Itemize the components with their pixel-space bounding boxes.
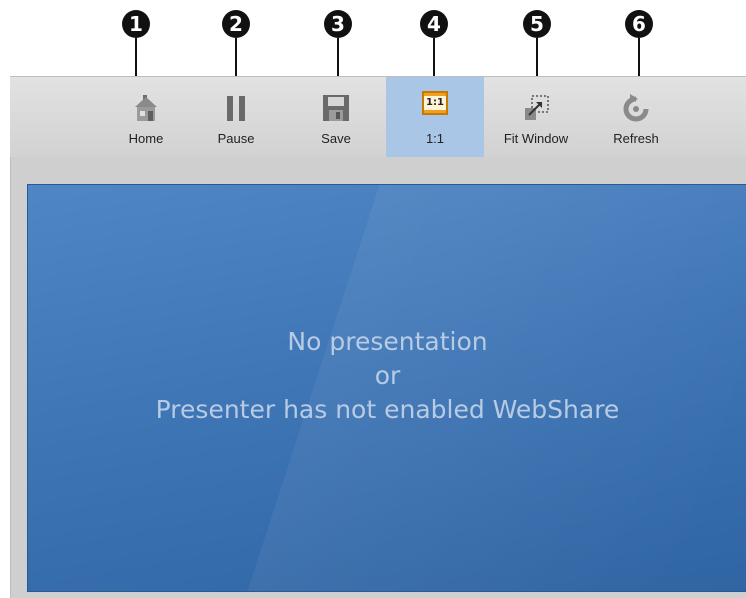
save-label: Save bbox=[321, 131, 351, 146]
refresh-button[interactable]: Refresh bbox=[586, 77, 686, 157]
actual-size-icon-text: 1:1 bbox=[424, 96, 446, 110]
toolbar: Home Pause Save 1:1 1:1 Fit Window Refre… bbox=[10, 76, 746, 158]
callout-1: 1 bbox=[122, 10, 150, 38]
save-icon bbox=[323, 95, 349, 121]
refresh-icon bbox=[623, 94, 649, 122]
actual-size-label: 1:1 bbox=[425, 131, 445, 146]
save-button[interactable]: Save bbox=[286, 77, 386, 157]
actual-size-button[interactable]: 1:1 1:1 bbox=[386, 77, 484, 157]
status-line-3: Presenter has not enabled WebShare bbox=[155, 395, 620, 424]
home-icon bbox=[135, 95, 157, 121]
pause-label: Pause bbox=[217, 131, 255, 146]
fit-window-label: Fit Window bbox=[503, 131, 569, 146]
pause-icon bbox=[227, 96, 245, 121]
pause-button[interactable]: Pause bbox=[186, 77, 286, 157]
callout-4: 4 bbox=[420, 10, 448, 38]
status-line-2: or bbox=[374, 361, 401, 390]
callout-5: 5 bbox=[523, 10, 551, 38]
fit-window-button[interactable]: Fit Window bbox=[486, 77, 586, 157]
fit-window-icon bbox=[525, 95, 549, 120]
status-line-1: No presentation bbox=[287, 327, 488, 356]
home-button[interactable]: Home bbox=[96, 77, 196, 157]
viewer-area: No presentation or Presenter has not ena… bbox=[10, 157, 746, 598]
callout-3: 3 bbox=[324, 10, 352, 38]
home-label: Home bbox=[128, 131, 164, 146]
actual-size-icon: 1:1 bbox=[422, 91, 448, 115]
callout-2: 2 bbox=[222, 10, 250, 38]
callout-6: 6 bbox=[625, 10, 653, 38]
status-message: No presentation or Presenter has not ena… bbox=[28, 325, 746, 427]
presentation-stage[interactable]: No presentation or Presenter has not ena… bbox=[27, 184, 746, 592]
refresh-label: Refresh bbox=[613, 131, 659, 146]
